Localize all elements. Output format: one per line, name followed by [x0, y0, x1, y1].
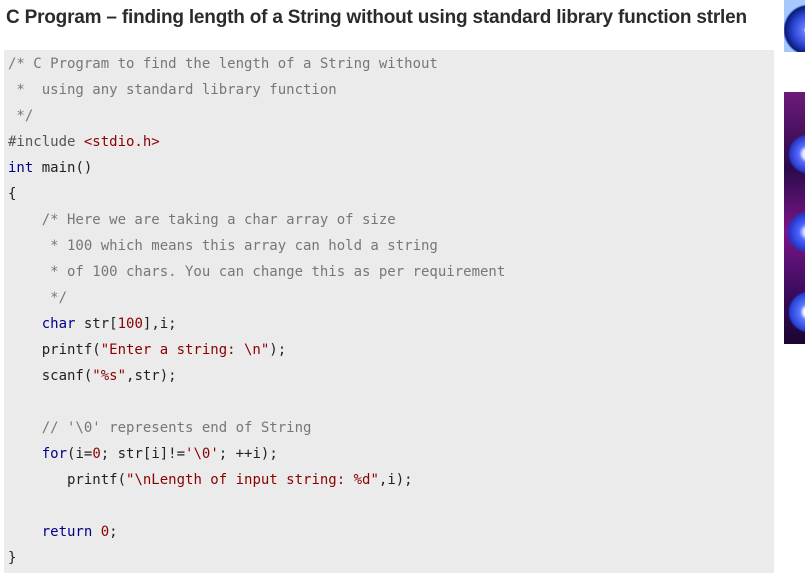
code-token: } [8, 550, 17, 566]
code-token: int [8, 160, 34, 176]
code-line: /* Here we are taking a char array of si… [8, 210, 396, 230]
code-token: ,str); [126, 368, 177, 384]
code-token: scanf( [8, 368, 93, 384]
code-token: /* C Program to find the length of a Str… [8, 56, 438, 72]
code-token: printf( [8, 342, 101, 358]
code-line: #include <stdio.h> [8, 132, 160, 152]
code-token: return [8, 524, 93, 540]
decorative-image-top [784, 0, 805, 52]
code-line: int main() [8, 158, 92, 178]
code-line: for(i=0; str[i]!='\0'; ++i); [8, 444, 278, 464]
code-line: return 0; [8, 522, 118, 542]
code-line: { [8, 184, 16, 204]
code-token: 0 [92, 446, 101, 462]
code-token: "Enter a string: \n" [100, 342, 270, 358]
code-token: (i= [67, 446, 93, 462]
code-line: char str[100],i; [8, 314, 177, 334]
code-line: * using any standard library function [8, 80, 337, 100]
code-token: ,i); [378, 472, 413, 488]
code-token: str[ [75, 316, 118, 332]
code-token: 100 [117, 316, 143, 332]
code-token: <stdio.h> [83, 134, 160, 150]
code-token: * using any standard library function [8, 82, 337, 98]
code-line: */ [8, 106, 33, 126]
decorative-image-side [784, 92, 805, 344]
code-token: */ [8, 290, 68, 306]
code-line: // '\0' represents end of String [8, 418, 312, 438]
code-block: /* C Program to find the length of a Str… [4, 50, 774, 573]
code-token: main() [33, 160, 93, 176]
code-token: "\nLength of input string: %d" [126, 472, 379, 488]
code-token: * 100 which means this array can hold a … [8, 238, 438, 254]
code-token: '\0' [185, 446, 219, 462]
code-token: * of 100 chars. You can change this as p… [8, 264, 506, 280]
code-token: ); [269, 342, 287, 358]
code-token: for [8, 446, 68, 462]
code-token: printf( [8, 472, 127, 488]
code-line: * 100 which means this array can hold a … [8, 236, 438, 256]
code-token: ; str[i]!= [100, 446, 186, 462]
code-token: /* Here we are taking a char array of si… [8, 212, 396, 228]
code-token: ; ++i); [218, 446, 278, 462]
code-token: 0 [100, 524, 110, 540]
page-title: C Program – finding length of a String w… [6, 7, 747, 28]
code-token: // '\0' represents end of String [8, 420, 312, 436]
code-token: #include [8, 134, 84, 150]
code-token: ; [109, 524, 118, 540]
code-token: { [8, 186, 17, 202]
code-line: printf("Enter a string: \n"); [8, 340, 286, 360]
code-line: } [8, 548, 16, 568]
code-token: "%s" [92, 368, 127, 384]
code-line: scanf("%s",str); [8, 366, 177, 386]
code-line: printf("\nLength of input string: %d",i)… [8, 470, 413, 490]
code-line: * of 100 chars. You can change this as p… [8, 262, 505, 282]
code-line: /* C Program to find the length of a Str… [8, 54, 438, 74]
code-token: ],i; [142, 316, 177, 332]
code-token: char [8, 316, 76, 332]
code-token: */ [8, 108, 34, 124]
code-line: */ [8, 288, 67, 308]
